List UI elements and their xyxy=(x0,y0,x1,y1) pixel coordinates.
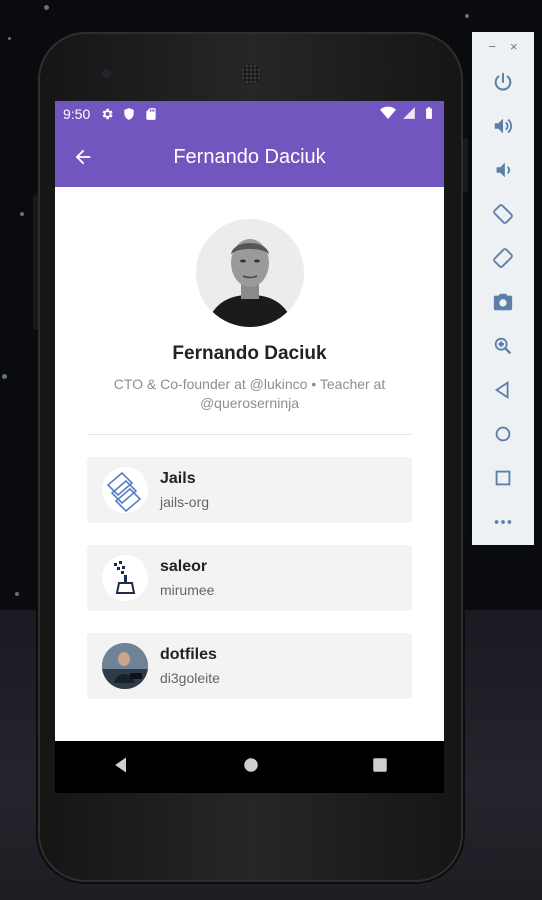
overview-icon xyxy=(495,470,511,486)
repo-list: Jails jails-org saleor mirumee dotfiles … xyxy=(87,457,412,699)
wifi-icon xyxy=(380,105,396,124)
repo-item-saleor[interactable]: saleor mirumee xyxy=(87,545,412,611)
home-icon xyxy=(495,426,511,442)
power-button[interactable] xyxy=(472,60,534,104)
status-time: 9:50 xyxy=(63,106,91,122)
repo-name: saleor xyxy=(160,558,208,575)
volume-down-icon xyxy=(496,162,510,178)
light-sensor xyxy=(395,69,403,77)
profile-section: Fernando Daciuk CTO & Co-founder at @luk… xyxy=(55,219,444,413)
repo-item-jails[interactable]: Jails jails-org xyxy=(87,457,412,523)
more-button[interactable] xyxy=(472,500,534,544)
screenshot-button[interactable] xyxy=(472,280,534,324)
divider xyxy=(87,434,412,435)
profile-bio-line2: @queroserninja xyxy=(199,395,300,411)
repo-owner: jails-org xyxy=(160,494,210,510)
sd-card-icon xyxy=(144,107,158,121)
emu-home-button[interactable] xyxy=(472,412,534,456)
toolbar-title: Fernando Daciuk xyxy=(173,146,326,168)
power-side-button xyxy=(33,195,38,330)
repo-owner: mirumee xyxy=(160,582,215,598)
star xyxy=(465,14,469,18)
repo-text: saleor mirumee xyxy=(160,558,214,598)
triangle-back-icon xyxy=(114,757,126,772)
nav-home-button[interactable] xyxy=(242,756,260,779)
emu-overview-button[interactable] xyxy=(472,456,534,500)
profile-bio: CTO & Co-founder at @lukinco • Teacher a… xyxy=(105,375,394,413)
shield-icon xyxy=(122,107,136,121)
zoom-button[interactable] xyxy=(472,324,534,368)
nav-back-button[interactable] xyxy=(111,755,131,780)
signal-icon xyxy=(402,106,416,123)
rotate-left-icon xyxy=(493,204,513,224)
repo-owner: di3goleite xyxy=(160,670,220,686)
battery-icon xyxy=(422,105,436,124)
repo-avatar-dotfiles xyxy=(102,643,148,689)
square-overview-icon xyxy=(372,757,387,772)
back-icon xyxy=(494,380,509,400)
emulator-control-panel: − × xyxy=(472,32,534,545)
star xyxy=(20,212,24,216)
volume-side-button xyxy=(463,138,468,193)
repo-name: dotfiles xyxy=(160,646,217,663)
volume-up-icon xyxy=(494,118,512,134)
android-nav-bar xyxy=(55,741,444,793)
settings-icon xyxy=(100,107,114,121)
earpiece-speaker xyxy=(241,64,261,84)
phone-frame: 9:50 Fernando Daciuk Fernando Daciuk CTO… xyxy=(33,32,468,882)
more-icon xyxy=(494,520,512,524)
profile-bio-line1: CTO & Co-founder at @lukinco • Teacher a… xyxy=(113,376,386,392)
profile-avatar xyxy=(195,219,304,327)
rotate-left-button[interactable] xyxy=(472,192,534,236)
status-bar: 9:50 xyxy=(55,101,444,127)
repo-name: Jails xyxy=(160,470,196,487)
profile-name: Fernando Daciuk xyxy=(172,343,327,364)
volume-up-button[interactable] xyxy=(472,104,534,148)
repo-avatar-saleor xyxy=(102,555,148,601)
app-toolbar: Fernando Daciuk xyxy=(55,127,444,187)
minimize-button[interactable]: − xyxy=(488,39,496,54)
front-camera xyxy=(102,69,111,78)
repo-avatar-jails xyxy=(102,467,148,513)
circle-home-icon xyxy=(243,757,258,772)
repo-text: Jails jails-org xyxy=(160,470,209,510)
rotate-right-button[interactable] xyxy=(472,236,534,280)
power-icon xyxy=(494,72,512,91)
star xyxy=(2,374,7,379)
star xyxy=(15,592,19,596)
emulator-window-controls: − × xyxy=(472,32,534,60)
rotate-right-icon xyxy=(493,248,513,268)
app-screen: 9:50 Fernando Daciuk Fernando Daciuk CTO… xyxy=(55,101,444,793)
star xyxy=(8,37,11,40)
star xyxy=(44,5,49,10)
zoom-icon xyxy=(494,337,512,355)
close-button[interactable]: × xyxy=(510,39,518,54)
nav-overview-button[interactable] xyxy=(371,756,389,779)
volume-down-button[interactable] xyxy=(472,148,534,192)
camera-icon xyxy=(493,293,513,311)
proximity-sensor xyxy=(383,69,391,77)
repo-text: dotfiles di3goleite xyxy=(160,646,220,686)
emu-back-button[interactable] xyxy=(472,368,534,412)
repo-item-dotfiles[interactable]: dotfiles di3goleite xyxy=(87,633,412,699)
